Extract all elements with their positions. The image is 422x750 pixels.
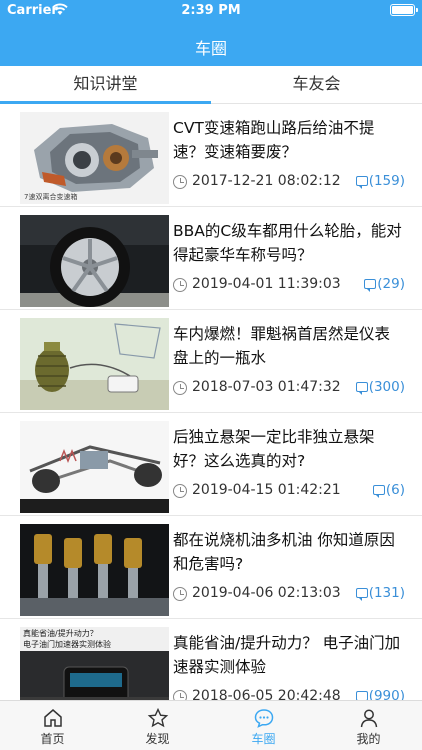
- article-meta: 2019-04-01 11:39:03 (29): [173, 276, 405, 294]
- chat-icon: [254, 709, 274, 728]
- tab-discover-label: 发现: [145, 732, 170, 746]
- thumb-caption-line2: 电子油门加速器实测体验: [23, 640, 111, 649]
- comment-count-value: (300): [368, 379, 405, 395]
- article-row[interactable]: 7速双离合变速箱 CVT变速箱跑山路后给油不提速？变速箱要废？ 2017-12-…: [0, 104, 422, 207]
- page-title: 车圈: [194, 39, 227, 58]
- article-date: 2019-04-15 01:42:21: [192, 482, 341, 498]
- article-title: 车内爆燃！罪魁祸首居然是仪表盘上的一瓶水: [173, 325, 391, 367]
- comment-count-value: (159): [368, 173, 405, 189]
- article-meta: 2018-06-05 20:42:48 (990): [173, 688, 405, 700]
- transmission-illustration: [20, 112, 169, 204]
- article-thumbnail-throttle: 真能省油/提升动力？ 电子油门加速器实测体验: [20, 627, 169, 700]
- clock-icon: [173, 278, 187, 292]
- thumb-caption-line1: 真能省油/提升动力？: [23, 629, 98, 638]
- comment-count-value: (990): [368, 688, 405, 700]
- home-icon: [44, 709, 62, 727]
- comment-icon: [372, 485, 385, 498]
- wheel-photo: [20, 215, 169, 307]
- comment-icon: [355, 588, 368, 601]
- engine-pistons-photo: [20, 524, 169, 616]
- grenade-illustration: [20, 318, 169, 410]
- star-icon: [147, 707, 169, 728]
- comment-icon: [355, 691, 368, 700]
- article-meta: 2019-04-15 01:42:21 (6): [173, 482, 405, 500]
- article-thumbnail-grenade: [20, 318, 169, 410]
- article-row[interactable]: 车内爆燃！罪魁祸首居然是仪表盘上的一瓶水 2018-07-03 01:47:32…: [0, 310, 422, 413]
- suspension-illustration: [20, 421, 169, 513]
- tab-knowledge[interactable]: 知识讲堂: [0, 66, 211, 104]
- article-title: 都在说烧机油多机油 你知道原因和危害吗?: [173, 531, 395, 573]
- comment-count[interactable]: (29): [364, 276, 405, 292]
- article-date: 2017-12-21 08:02:12: [192, 173, 341, 189]
- article-meta: 2018-07-03 01:47:32 (300): [173, 379, 405, 397]
- article-thumbnail-cvt: 7速双离合变速箱: [20, 112, 169, 204]
- clock-icon: [173, 175, 187, 189]
- clock-icon: [173, 381, 187, 395]
- battery-icon: [390, 4, 418, 16]
- article-row[interactable]: 都在说烧机油多机油 你知道原因和危害吗? 2019-04-06 02:13:03…: [0, 516, 422, 619]
- article-row[interactable]: BBA的C级车都用什么轮胎，能对得起豪华车称号吗？ 2019-04-01 11:…: [0, 207, 422, 310]
- comment-icon: [364, 279, 377, 292]
- clock-icon: [173, 587, 187, 601]
- app-screen: Carrier 2:39 PM 车圈 知识讲堂 车友会 7速双离合变速箱 CVT…: [0, 0, 422, 750]
- clock-icon: [173, 484, 187, 498]
- comment-icon: [355, 176, 368, 189]
- article-title: 后独立悬架一定比非独立悬架好？这么选真的对?: [173, 428, 375, 470]
- comment-count-value: (29): [377, 276, 405, 292]
- article-date: 2018-07-03 01:47:32: [192, 379, 341, 395]
- thumb-caption: 7速双离合变速箱: [24, 193, 78, 201]
- top-header: Carrier 2:39 PM 车圈: [0, 0, 422, 66]
- clock-time: 2:39 PM: [181, 3, 241, 18]
- status-bar: Carrier 2:39 PM: [0, 0, 422, 22]
- tab-me-label: 我的: [356, 732, 381, 746]
- article-thumbnail-suspension: [20, 421, 169, 513]
- article-date: 2018-06-05 20:42:48: [192, 688, 341, 700]
- article-date: 2019-04-01 11:39:03: [192, 276, 341, 292]
- article-row[interactable]: 后独立悬架一定比非独立悬架好？这么选真的对? 2019-04-15 01:42:…: [0, 413, 422, 516]
- article-meta: 2017-12-21 08:02:12 (159): [173, 173, 405, 191]
- tab-discover[interactable]: 发现: [105, 701, 210, 750]
- article-title: 真能省油/提升动力？ 电子油门加速器实测体验: [173, 634, 401, 676]
- article-row[interactable]: 真能省油/提升动力？ 电子油门加速器实测体验 真能省油/提升动力？ 电子油门加速…: [0, 619, 422, 700]
- tab-home[interactable]: 首页: [0, 701, 105, 750]
- segment-control: 知识讲堂 车友会: [0, 66, 422, 104]
- comment-count-value: (131): [368, 585, 405, 601]
- person-icon: [360, 709, 378, 728]
- article-thumbnail-engine: [20, 524, 169, 616]
- bottom-tab-bar: 首页 发现 车圈 我的: [0, 700, 422, 750]
- comment-count[interactable]: (159): [355, 173, 405, 189]
- tab-car-club[interactable]: 车友会: [211, 66, 422, 104]
- clock-icon: [173, 690, 187, 700]
- tab-home-label: 首页: [40, 732, 65, 746]
- article-title: BBA的C级车都用什么轮胎，能对得起豪华车称号吗？: [173, 222, 402, 264]
- comment-count[interactable]: (300): [355, 379, 405, 395]
- comment-count[interactable]: (6): [372, 482, 405, 498]
- article-list[interactable]: 7速双离合变速箱 CVT变速箱跑山路后给油不提速？变速箱要废？ 2017-12-…: [0, 104, 422, 700]
- tab-car-circle-label: 车圈: [251, 732, 276, 746]
- article-title: CVT变速箱跑山路后给油不提速？变速箱要废？: [173, 119, 375, 161]
- comment-icon: [355, 382, 368, 395]
- tab-car-circle[interactable]: 车圈: [211, 701, 316, 750]
- comment-count-value: (6): [385, 482, 405, 498]
- tab-me[interactable]: 我的: [316, 701, 421, 750]
- comment-count[interactable]: (990): [355, 688, 405, 700]
- article-meta: 2019-04-06 02:13:03 (131): [173, 585, 405, 603]
- comment-count[interactable]: (131): [355, 585, 405, 601]
- article-thumbnail-tire: [20, 215, 169, 307]
- article-date: 2019-04-06 02:13:03: [192, 585, 341, 601]
